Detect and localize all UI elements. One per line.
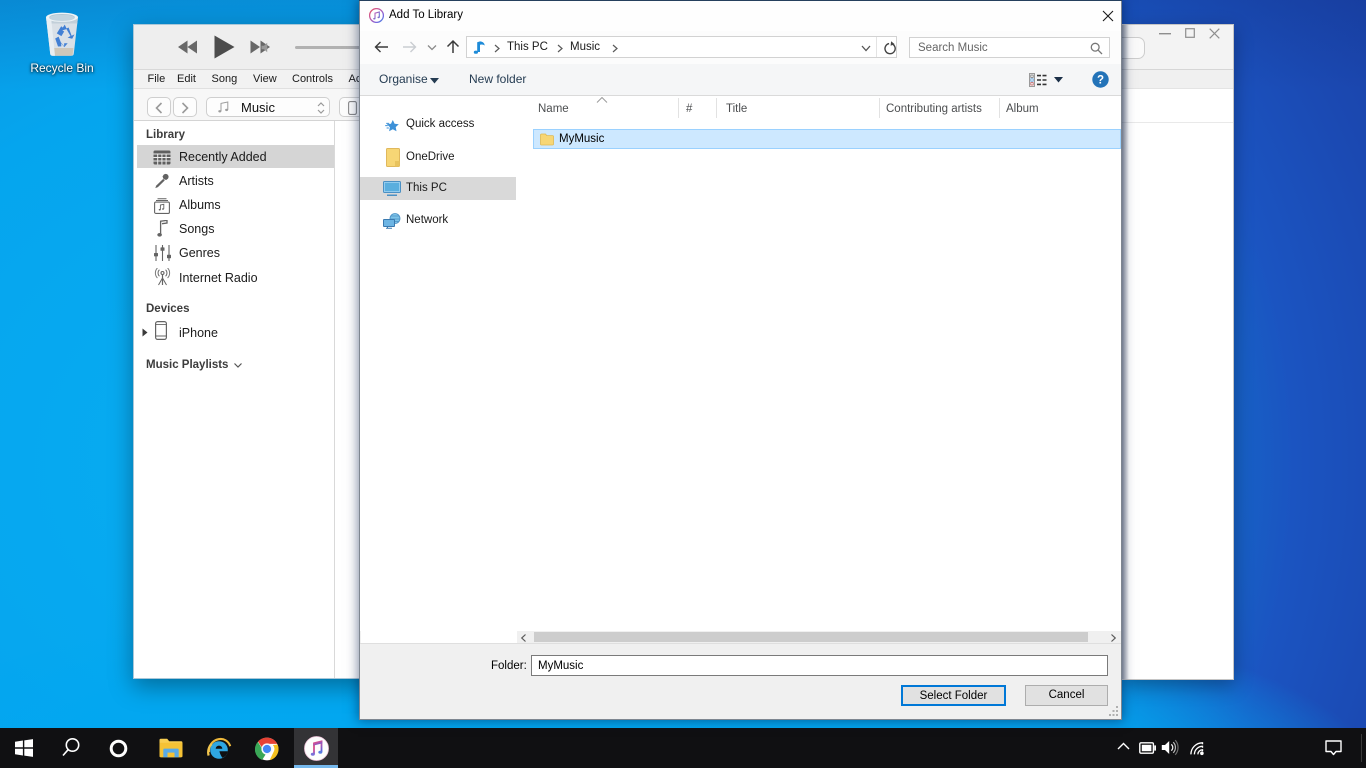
svg-text:?: ? xyxy=(1097,75,1104,87)
